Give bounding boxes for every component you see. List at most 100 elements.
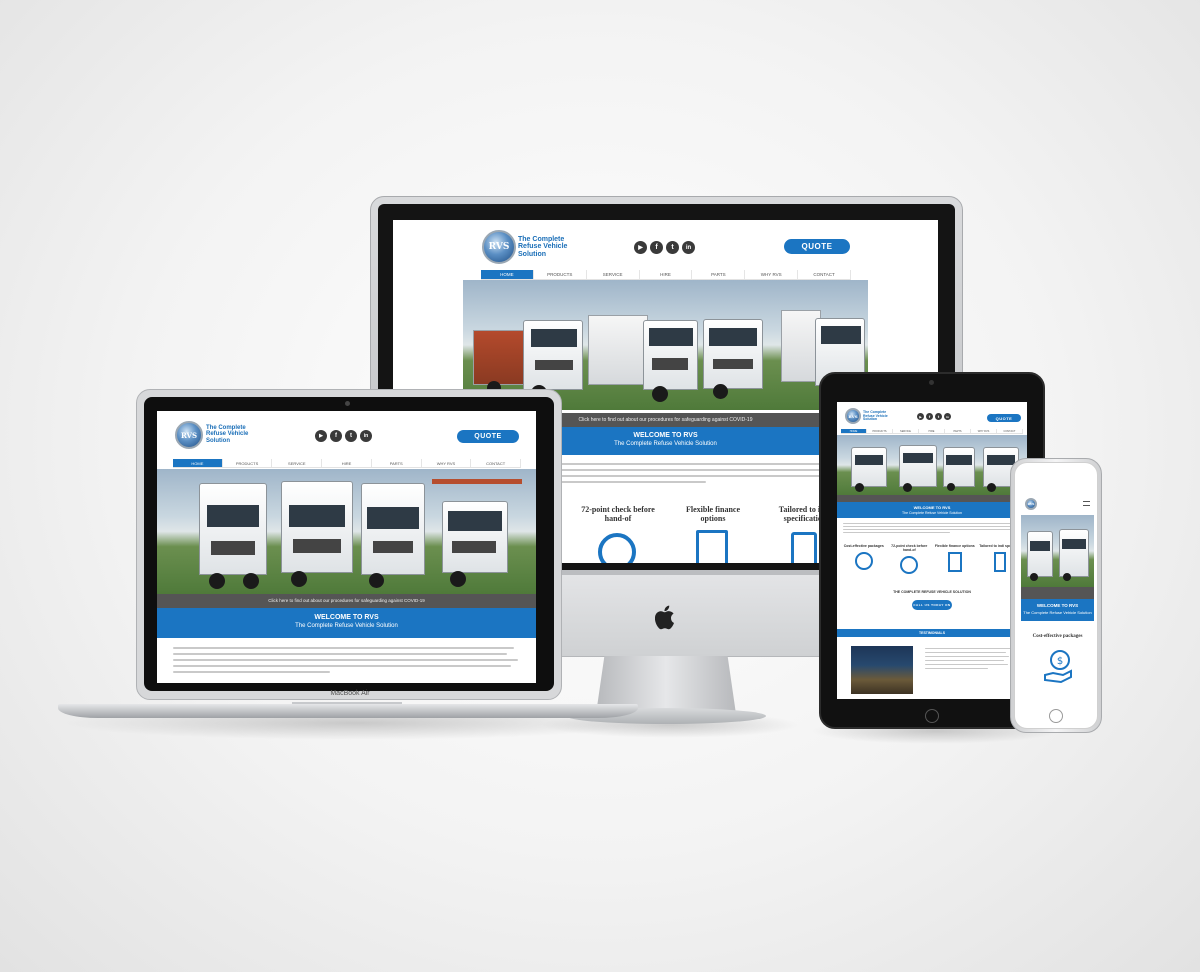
logo-badge[interactable]: RVS [1025, 498, 1037, 510]
laptop-screen: RVS The Complete Refuse Vehicle Solution… [157, 411, 536, 683]
logo-text: The Complete Refuse Vehicle Solution [518, 236, 567, 258]
nav-home[interactable]: HOME [481, 270, 534, 279]
nav-service[interactable]: SERVICE [272, 459, 323, 467]
welcome-title: WELCOME TO RVS [913, 505, 951, 510]
linkedin-icon[interactable]: in [944, 413, 951, 420]
logo-line-3: Solution [206, 437, 230, 444]
logo-line-3: Solution [863, 417, 877, 422]
logo-initials: RVS [180, 430, 198, 440]
nav-products[interactable]: PRODUCTS [867, 429, 893, 433]
nav-home[interactable]: HOME [173, 459, 223, 467]
nav-why-rvs[interactable]: WHY RVS [971, 429, 997, 433]
coin-hand-icon [854, 552, 873, 570]
youtube-icon[interactable]: ▶ [917, 413, 924, 420]
twitter-icon[interactable]: t [666, 241, 679, 254]
main-nav: HOME PRODUCTS SERVICE HIRE PARTS WHY RVS… [481, 270, 852, 280]
social-links: ▶ f t in [634, 241, 695, 254]
feature-finance: Flexible finance options [932, 544, 978, 574]
quote-button[interactable]: QUOTE [987, 414, 1021, 422]
hero-image-trucks [157, 469, 536, 594]
covid-notice-bar[interactable]: Click here to find out about our procedu… [157, 594, 536, 608]
logo-initials: RVS [488, 242, 510, 252]
svg-text:$: $ [1057, 656, 1063, 667]
nav-parts[interactable]: PARTS [692, 270, 746, 279]
nav-hire[interactable]: HIRE [919, 429, 945, 433]
nav-contact[interactable]: CONTACT [798, 270, 852, 279]
tablet-home-button[interactable] [925, 709, 939, 723]
twitter-icon[interactable]: t [935, 413, 942, 420]
testimonial-text [925, 648, 1015, 669]
logo-badge[interactable]: RVS [845, 408, 861, 424]
nav-hire[interactable]: HIRE [322, 459, 372, 467]
feature-finance-label: Flexible finance options [686, 505, 740, 523]
hero-image-trucks [1021, 515, 1094, 587]
feature-72-point: 72-point check before hand-of [573, 505, 663, 523]
youtube-icon[interactable]: ▶ [634, 241, 647, 254]
cta-heading: THE COMPLETE REFUSE VEHICLE SOLUTION [893, 590, 971, 594]
nav-home[interactable]: HOME [841, 429, 867, 433]
coin-hand-icon: $ [1043, 649, 1073, 685]
logo-initials: RVS [848, 413, 858, 419]
intro-paragraph [173, 647, 521, 673]
nav-why-rvs[interactable]: WHY RVS [422, 459, 472, 467]
nav-products[interactable]: PRODUCTS [223, 459, 273, 467]
nav-contact[interactable]: CONTACT [997, 429, 1023, 433]
facebook-icon[interactable]: f [330, 430, 342, 442]
document-icon [947, 552, 962, 572]
nav-service[interactable]: SERVICE [893, 429, 919, 433]
nav-hire[interactable]: HIRE [640, 270, 693, 279]
quote-button[interactable]: QUOTE [784, 239, 850, 254]
social-links: ▶ f t in [315, 430, 372, 442]
laptop-camera [345, 401, 350, 406]
document-icon [696, 530, 728, 563]
twitter-icon[interactable]: t [345, 430, 357, 442]
logo-line-2: Refuse Vehicle [518, 243, 568, 251]
logo-line-3: Solution [518, 250, 546, 258]
logo-line-2: Refuse Vehicle [206, 431, 249, 438]
phone-screen: RVS WELCOME TO RVS The Complete Refuse V… [1021, 493, 1094, 695]
laptop-base [58, 704, 638, 718]
logo-initials: RVS [1027, 502, 1035, 506]
tablet-screen: RVS The Complete Refuse Vehicle Solution… [837, 402, 1027, 699]
welcome-subtitle: The Complete Refuse Vehicle Solution [295, 623, 398, 629]
logo-line-1: The Complete [518, 236, 565, 243]
magnifier-icon [900, 556, 919, 574]
magnifier-icon [598, 533, 636, 563]
facebook-icon[interactable]: f [650, 241, 663, 254]
call-us-button[interactable]: CALL US TODAY ON [912, 600, 952, 610]
welcome-subtitle: The Complete Refuse Vehicle Solution [1023, 610, 1092, 615]
social-links: ▶ f t in [917, 413, 951, 420]
linkedin-icon[interactable]: in [360, 430, 372, 442]
menu-icon[interactable] [1083, 501, 1090, 506]
nav-service[interactable]: SERVICE [587, 270, 640, 279]
feature-row: Cost-effective packages 72-point check b… [841, 544, 1023, 574]
nav-parts[interactable]: PARTS [372, 459, 422, 467]
nav-parts[interactable]: PARTS [945, 429, 971, 433]
feature-finance: Flexible finance options [678, 505, 748, 523]
quote-button[interactable]: QUOTE [457, 430, 519, 443]
nav-why-rvs[interactable]: WHY RVS [745, 270, 799, 279]
welcome-banner: WELCOME TO RVS The Complete Refuse Vehic… [157, 608, 536, 638]
apple-logo-icon [654, 604, 677, 632]
nav-contact[interactable]: CONTACT [471, 459, 522, 467]
logo-badge[interactable]: RVS [482, 230, 516, 264]
brush-icon [994, 552, 1007, 572]
logo-text: The Complete Refuse Vehicle Solution [206, 425, 248, 444]
youtube-icon[interactable]: ▶ [315, 430, 327, 442]
intro-paragraph [843, 523, 1021, 533]
phone-home-button[interactable] [1049, 709, 1063, 723]
hero-image-trucks [837, 435, 1027, 495]
welcome-title: WELCOME TO RVS [314, 614, 379, 621]
logo-badge[interactable]: RVS [175, 421, 203, 449]
feature-72-point-label: 72-point check before hand-of [581, 505, 655, 523]
laptop-label: MacBook Air [330, 690, 370, 697]
covid-notice-bar[interactable] [837, 495, 1027, 502]
nav-products[interactable]: PRODUCTS [534, 270, 587, 279]
welcome-banner: WELCOME TO RVS The Complete Refuse Vehic… [1021, 599, 1094, 621]
tablet-camera [929, 380, 934, 385]
main-nav: HOME PRODUCTS SERVICE HIRE PARTS WHY RVS… [841, 429, 1023, 434]
covid-notice-bar[interactable] [1021, 587, 1094, 599]
logo-text: The Complete Refuse Vehicle Solution [863, 410, 888, 422]
facebook-icon[interactable]: f [926, 413, 933, 420]
linkedin-icon[interactable]: in [682, 241, 695, 254]
